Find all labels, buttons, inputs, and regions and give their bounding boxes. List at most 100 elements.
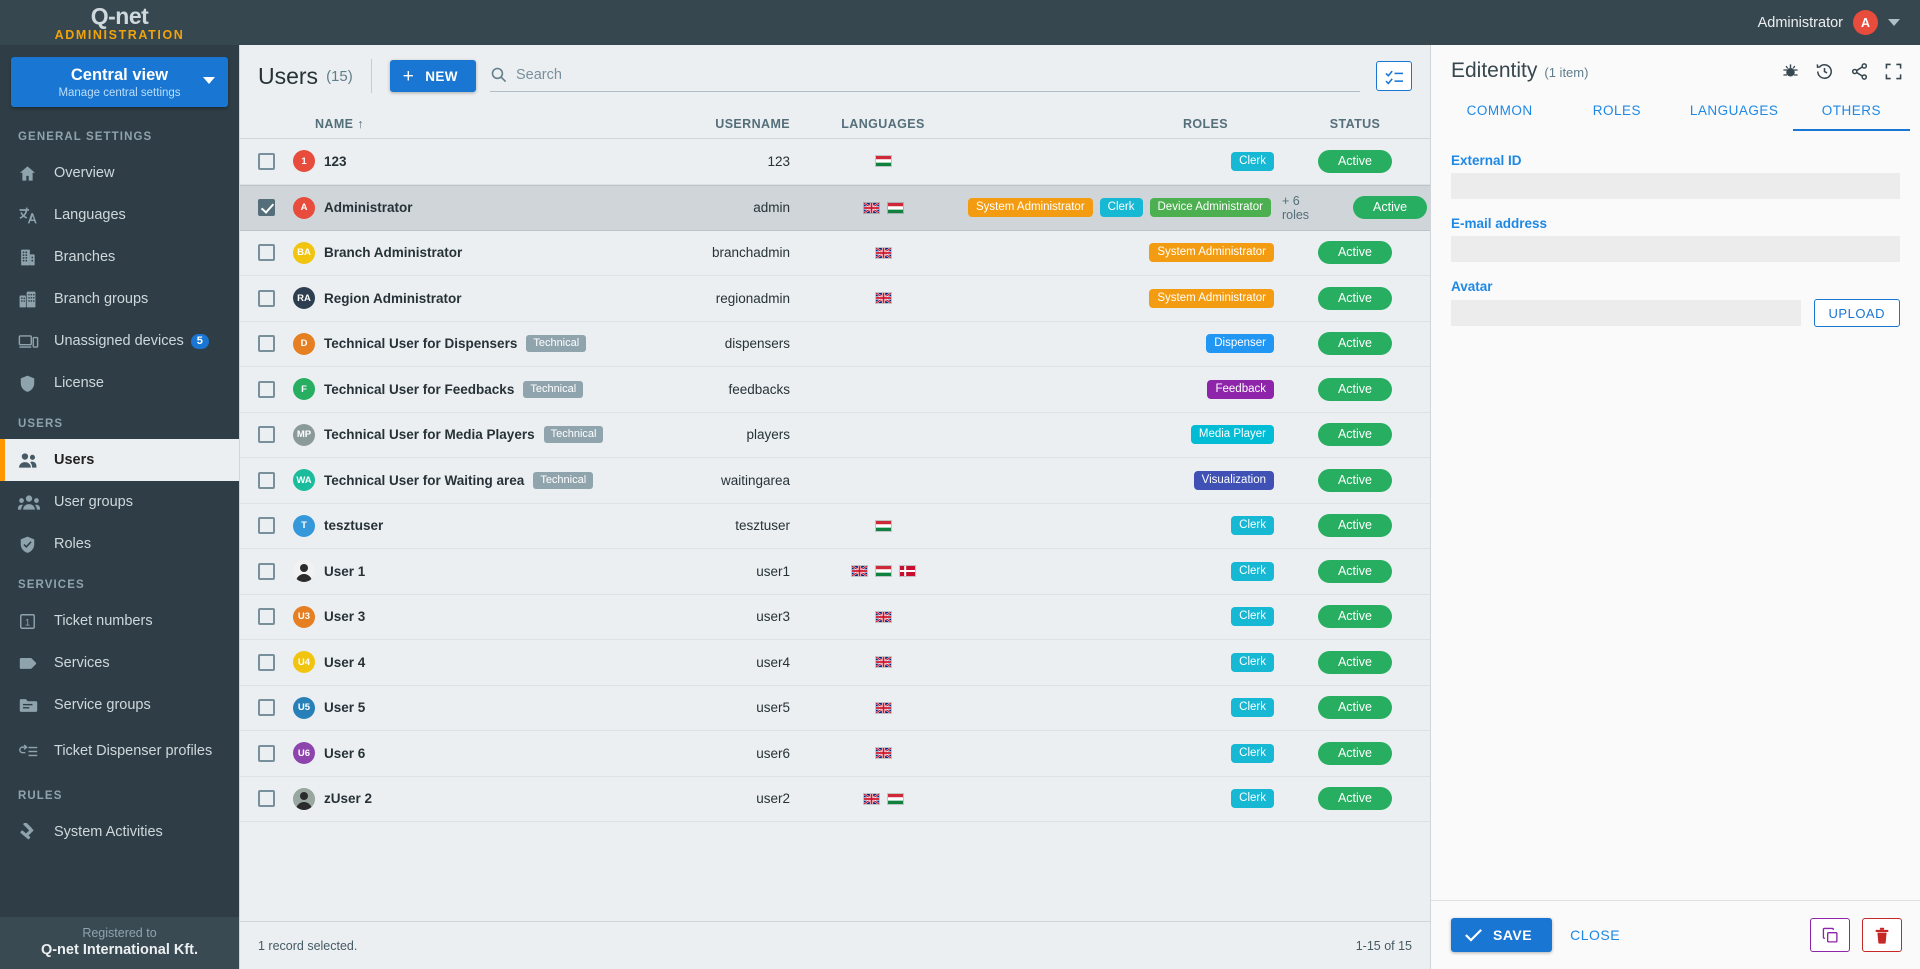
column-header-status[interactable]: STATUS [1280,117,1430,131]
flag-gb-icon [862,201,880,214]
select-all-toggle-button[interactable] [1376,61,1412,91]
row-checkbox[interactable] [258,744,275,762]
row-checkbox[interactable] [258,608,275,626]
registered-company-name: Q-net International Kft. [40,942,199,958]
delete-button[interactable] [1862,918,1902,952]
table-row[interactable]: 1 123 123 Clerk Active [240,139,1430,185]
sidebar-item-label: Unassigned devices [54,333,184,349]
sidebar-item-ticket-dispenser-profiles[interactable]: Ticket Dispenser profiles [0,726,239,776]
table-row[interactable]: zUser 2 user2 Clerk Active [240,777,1430,822]
save-button-label: SAVE [1493,927,1533,943]
avatar: 1 [293,150,315,173]
sidebar-item-label: Languages [54,207,126,223]
external-id-field[interactable] [1451,173,1900,199]
table-row[interactable]: BA Branch Administrator branchadmin System … [240,231,1430,276]
table-row[interactable]: Ttesztuser tesztuser Clerk Active [240,504,1430,549]
save-button[interactable]: SAVE [1451,918,1553,952]
sidebar-item-license[interactable]: License [0,362,239,404]
row-username: user3 [756,609,790,625]
panel-header-actions [1782,62,1902,81]
sidebar-item-service-groups[interactable]: Service groups [0,684,239,726]
sidebar-item-languages[interactable]: Languages [0,194,239,236]
sidebar-item-overview[interactable]: Overview [0,152,239,194]
row-checkbox[interactable] [258,426,275,444]
table-row[interactable]: RA Region Administrator regionadmin System … [240,276,1430,322]
search-input[interactable] [515,66,1360,83]
tab-common[interactable]: COMMON [1441,93,1558,131]
tab-roles[interactable]: ROLES [1558,93,1675,131]
chevron-down-icon[interactable] [1888,19,1900,26]
row-roles: Media Player [968,425,1280,445]
search-box[interactable] [489,60,1360,92]
role-chip: Clerk [1231,516,1274,536]
table-row[interactable]: MP Technical User for Media Players Techni… [240,413,1430,458]
history-icon[interactable] [1815,62,1834,81]
table-row[interactable]: U5 User 5 user5 Clerk Active [240,686,1430,731]
sidebar-item-services[interactable]: Services [0,642,239,684]
row-username: regionadmin [715,290,790,306]
user-menu[interactable]: Administrator A [1758,10,1920,35]
row-checkbox[interactable] [258,199,275,216]
tab-others[interactable]: OTHERS [1792,93,1910,131]
row-checkbox[interactable] [258,517,275,535]
row-checkbox[interactable] [258,244,275,262]
table-row[interactable]: User 1 user1 Clerk Active [240,549,1430,595]
technical-tag: Technical [533,471,594,489]
row-checkbox[interactable] [258,380,275,398]
row-name-cell: F Technical User for Feedbacks Technical [293,378,638,401]
avatar: T [293,514,315,537]
user-avatar: A [1853,10,1878,35]
row-checkbox[interactable] [258,562,275,580]
tab-languages[interactable]: LANGUAGES [1676,93,1793,131]
table-row[interactable]: D Technical User for Dispensers Technical d… [240,322,1430,367]
row-checkbox[interactable] [258,471,275,489]
duplicate-button[interactable] [1810,918,1850,952]
bug-icon[interactable] [1782,63,1799,80]
role-chip: Clerk [1231,789,1274,809]
sidebar: Central view Manage central settings GEN… [0,45,239,969]
sidebar-item-unassigned-devices[interactable]: Unassigned devices 5 [0,320,239,362]
sidebar-item-branch-groups[interactable]: Branch groups [0,278,239,320]
fullscreen-icon[interactable] [1885,63,1902,80]
sidebar-item-system-activities[interactable]: System Activities [0,811,239,853]
row-checkbox[interactable] [258,699,275,717]
table-row[interactable]: WA Technical User for Waiting area Technic… [240,458,1430,504]
sidebar-item-label: Roles [54,536,92,552]
table-row[interactable]: U4 User 4 user4 Clerk Active [240,640,1430,686]
row-checkbox-cell [240,289,293,307]
column-header-name[interactable]: NAME ↑ [240,117,638,131]
avatar-field[interactable] [1451,300,1801,326]
upload-button[interactable]: UPLOAD [1813,299,1900,327]
row-checkbox-cell [240,471,293,489]
row-checkbox[interactable] [258,653,275,671]
row-checkbox[interactable] [258,335,275,353]
role-chip: Clerk [1231,151,1274,171]
table-row[interactable]: A Administrator admin System Administrator C… [240,184,1430,231]
row-roles: System Administrator [968,288,1280,308]
table-row[interactable]: U3 User 3 user3 Clerk Active [240,595,1430,640]
role-chip: System Administrator [1149,243,1274,263]
close-button[interactable]: CLOSE [1570,927,1620,943]
table-row[interactable]: F Technical User for Feedbacks Technical fe… [240,367,1430,413]
sidebar-item-roles[interactable]: Roles [0,523,239,565]
column-header-languages[interactable]: LANGUAGES [798,117,968,131]
new-button[interactable]: + NEW [389,60,476,92]
column-header-roles[interactable]: ROLES [968,117,1280,131]
row-user-name: Technical User for Waiting area [324,472,525,488]
share-icon[interactable] [1850,62,1869,81]
column-header-username[interactable]: USERNAME [638,117,798,131]
sidebar-item-user-groups[interactable]: User groups [0,481,239,523]
row-checkbox[interactable] [258,289,275,307]
sidebar-item-users[interactable]: Users [0,439,239,481]
row-checkbox[interactable] [258,790,275,808]
row-name-cell: zUser 2 [293,787,638,810]
sidebar-item-ticket-numbers[interactable]: 1 Ticket numbers [0,600,239,642]
row-checkbox-cell [240,790,293,808]
sidebar-item-branches[interactable]: Branches [0,236,239,278]
table-row[interactable]: U6 User 6 user6 Clerk Active [240,731,1430,777]
chevron-down-icon[interactable] [203,77,215,84]
row-checkbox[interactable] [258,152,275,170]
avatar: F [293,378,315,401]
email-field[interactable] [1451,236,1900,262]
view-selector[interactable]: Central view Manage central settings [11,57,228,107]
